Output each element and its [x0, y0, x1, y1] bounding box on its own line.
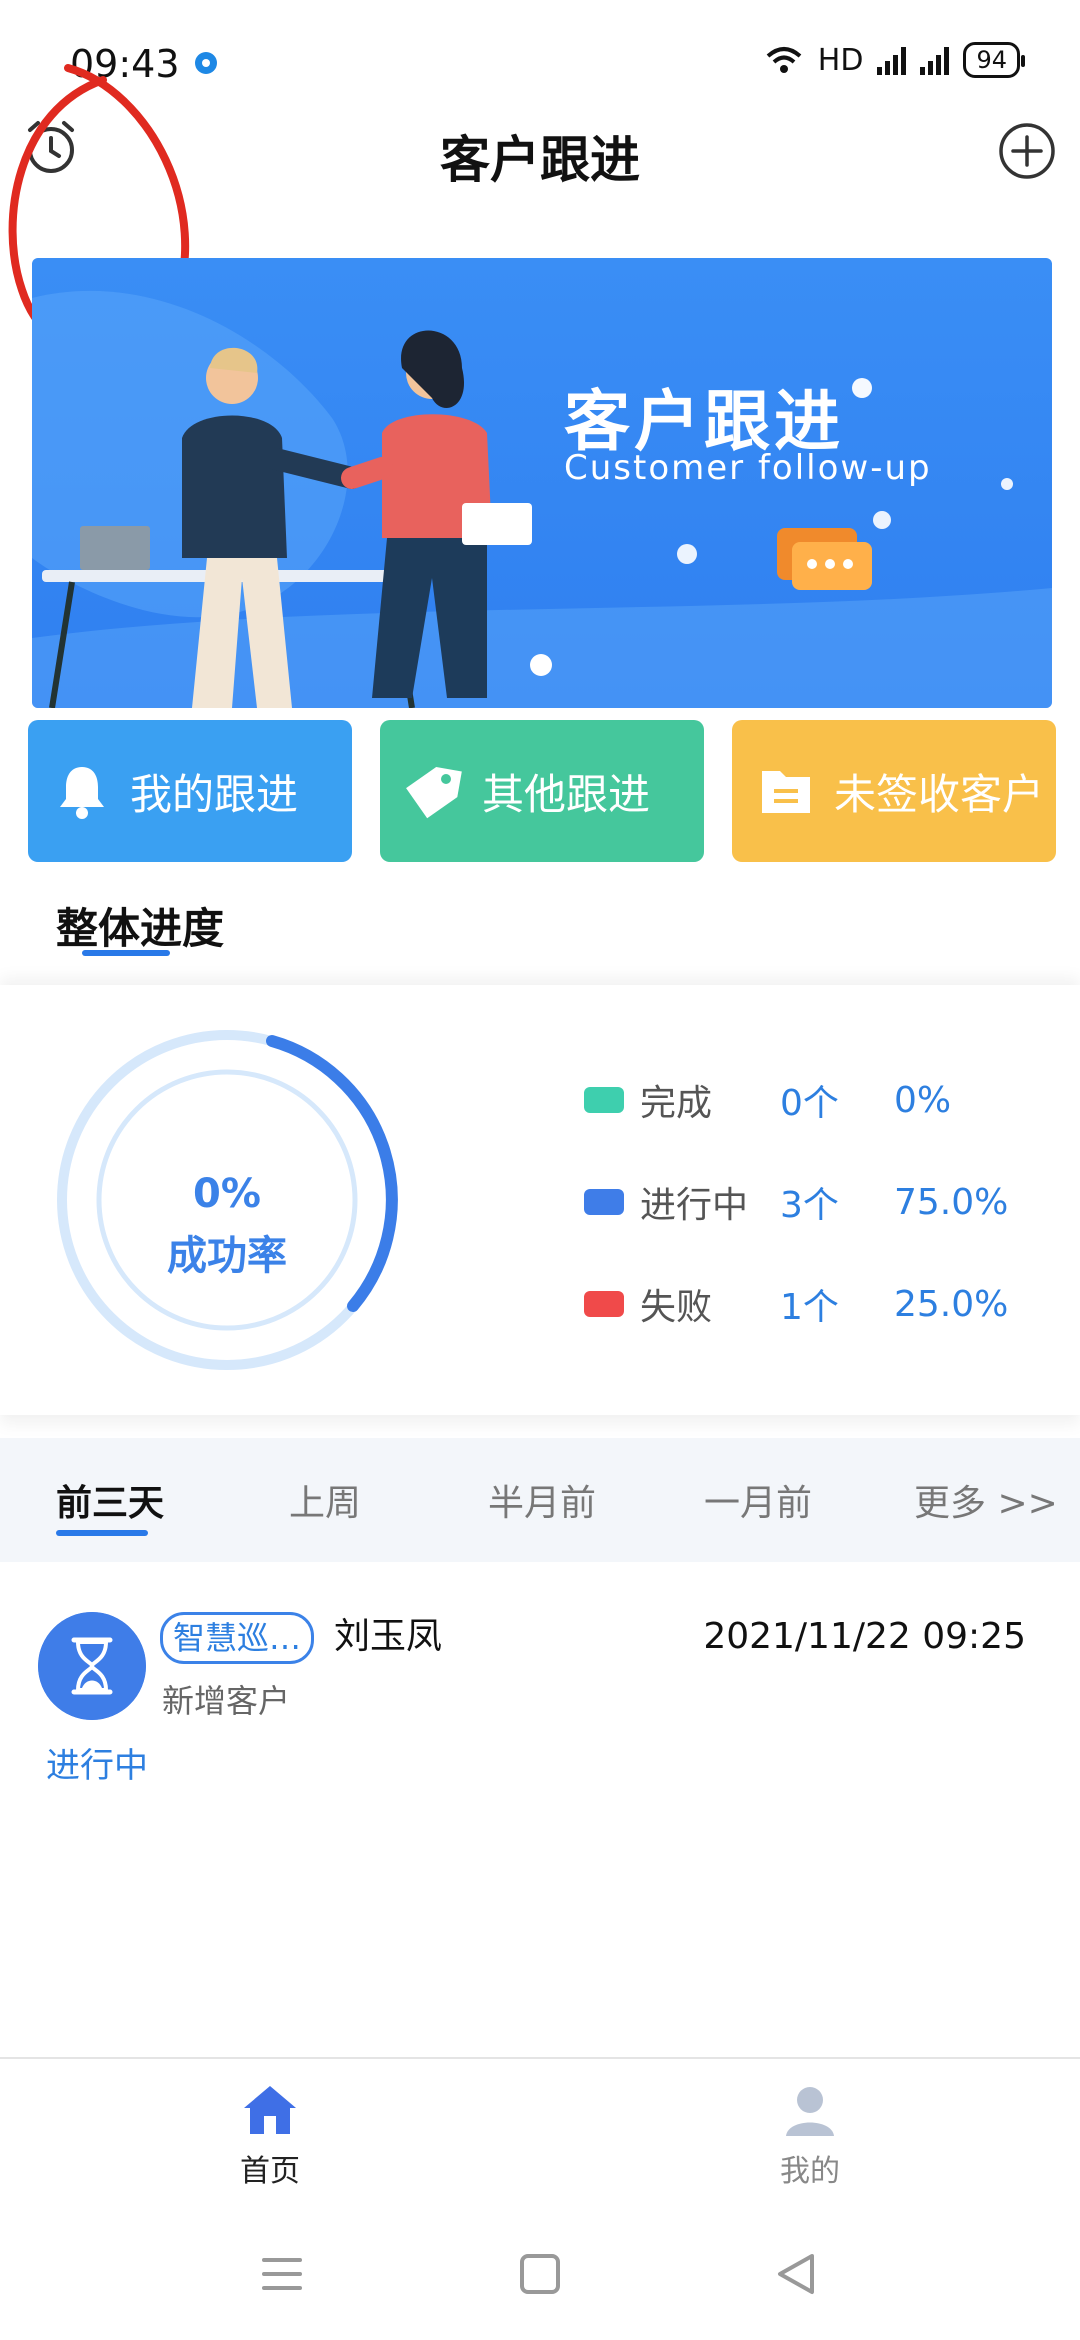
hourglass-icon [38, 1612, 146, 1720]
back-icon[interactable] [772, 2252, 820, 2296]
nav-mine[interactable]: 我的 [710, 2080, 910, 2190]
legend-count: 1个 [780, 1287, 839, 1328]
promo-banner[interactable]: 客户跟进 Customer follow-up [32, 258, 1052, 708]
record-type: 新增客户 [162, 1682, 291, 1720]
tag-icon [406, 767, 462, 819]
legend-swatch [584, 1087, 624, 1113]
nav-divider [0, 2057, 1080, 2059]
home-icon [244, 2086, 296, 2134]
record-timestamp: 2021/11/22 09:25 [703, 1616, 1026, 1657]
user-icon [786, 2087, 834, 2136]
battery-icon: 94 [963, 42, 1025, 78]
home-square-icon[interactable] [516, 2252, 564, 2296]
tab-one-month[interactable]: 一月前 [704, 1474, 812, 1526]
nav-home[interactable]: 首页 [170, 2080, 370, 2190]
legend-swatch [584, 1291, 624, 1317]
active-tab-underline [56, 1530, 148, 1536]
legend-row-completed: 完成 0个 0% [584, 1075, 951, 1125]
legend-row-in-progress: 进行中 3个 75.0% [584, 1177, 1008, 1227]
section-underline [82, 950, 170, 956]
section-title: 整体进度 [56, 904, 225, 953]
other-followups-button[interactable]: 其他跟进 [380, 720, 704, 862]
success-rate-value: 0% [193, 1171, 261, 1217]
add-icon[interactable] [998, 122, 1056, 180]
tab-half-month[interactable]: 半月前 [488, 1474, 596, 1526]
nav-label: 首页 [240, 2154, 300, 2189]
tile-label: 未签收客户 [834, 769, 1045, 819]
tab-three-days[interactable]: 前三天 [56, 1474, 164, 1526]
legend-percent: 75.0% [894, 1181, 1009, 1223]
menu-icon[interactable] [258, 2252, 306, 2296]
legend-label: 完成 [640, 1083, 713, 1124]
legend-label: 失败 [640, 1287, 713, 1328]
tab-last-week[interactable]: 上周 [289, 1474, 361, 1526]
my-followups-button[interactable]: 我的跟进 [28, 720, 352, 862]
legend-percent: 0% [894, 1079, 952, 1121]
legend-count: 3个 [780, 1185, 839, 1226]
tile-label: 其他跟进 [482, 769, 651, 819]
folder-icon [762, 771, 810, 813]
network-label: HD [817, 42, 864, 78]
notification-dot-icon [195, 52, 217, 74]
bell-icon [60, 767, 104, 819]
legend-row-failed: 失败 1个 25.0% [584, 1279, 1008, 1329]
success-rate-label: 成功率 [167, 1233, 287, 1279]
customer-name: 刘玉凤 [334, 1616, 443, 1657]
carousel-indicator [530, 654, 552, 676]
unsigned-customers-button[interactable]: 未签收客户 [732, 720, 1056, 862]
tile-label: 我的跟进 [130, 769, 299, 819]
wifi-icon [766, 47, 802, 73]
signal-icon [877, 45, 907, 75]
status-badge: 进行中 [46, 1746, 148, 1786]
tab-more[interactable]: 更多 >> [914, 1474, 1058, 1526]
legend-percent: 25.0% [894, 1283, 1009, 1325]
legend-label: 进行中 [640, 1185, 749, 1226]
progress-card: 0% 成功率 完成 0个 0% 进行中 3个 75.0% 失败 1个 25.0% [0, 985, 1080, 1415]
banner-subtitle: Customer follow-up [564, 448, 932, 488]
legend-swatch [584, 1189, 624, 1215]
source-tag: 智慧巡… [160, 1612, 315, 1664]
nav-label: 我的 [780, 2154, 840, 2189]
status-icons: HD 94 [764, 42, 1025, 78]
legend-count: 0个 [780, 1083, 839, 1124]
signal-icon [920, 45, 950, 75]
